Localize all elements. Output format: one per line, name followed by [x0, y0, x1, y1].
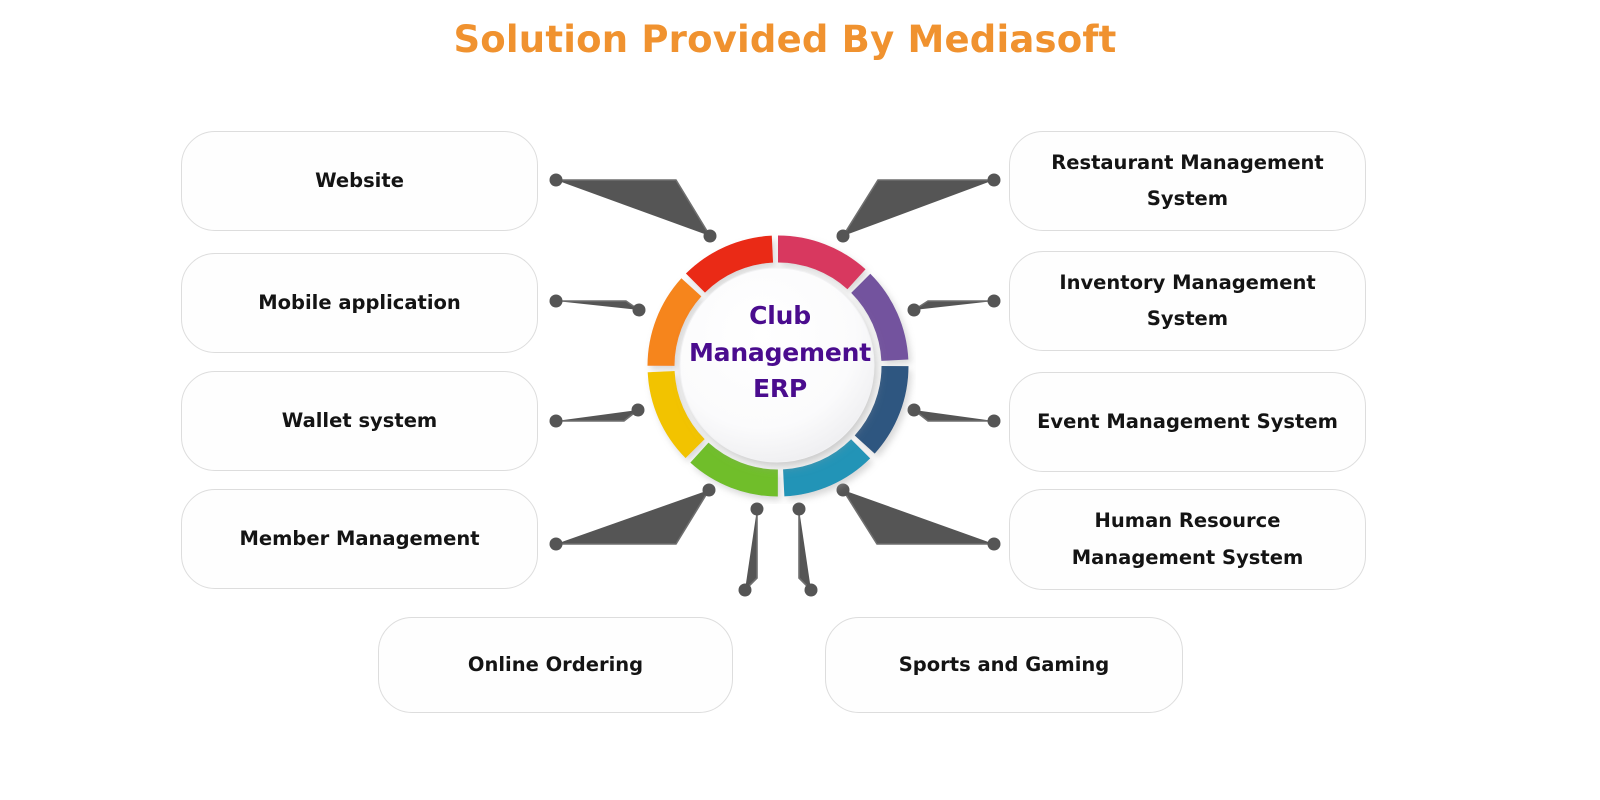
connector-wallet-system — [556, 409, 639, 422]
node-label-event-management-system: Event Management System — [1037, 409, 1338, 433]
dot-website-outer — [549, 173, 563, 187]
diagram-canvas: Solution Provided By Mediasoft Club Mana… — [0, 0, 1600, 800]
dot-sports-and-gaming-hub — [792, 502, 806, 516]
page-title: Solution Provided By Mediasoft — [453, 18, 1117, 61]
node-label-human-resource-management-system: Human Resource Management System — [1071, 509, 1304, 569]
node-card-member-management[interactable]: Member Management — [181, 489, 538, 589]
connector-inventory-management-system — [913, 300, 994, 311]
hub-label: Club Management ERP — [684, 298, 876, 408]
dot-online-ordering-hub — [750, 502, 764, 516]
dot-inventory-management-system-outer — [987, 294, 1001, 308]
node-label-restaurant-management-system: Restaurant Management System — [1051, 150, 1324, 210]
hub-label-line1: Club — [749, 301, 811, 330]
node-card-sports-and-gaming[interactable]: Sports and Gaming — [825, 617, 1183, 713]
dot-online-ordering-outer — [738, 583, 752, 597]
donut-wheel: Club Management ERP — [644, 228, 916, 504]
node-label-wallet-system: Wallet system — [281, 408, 438, 432]
dot-member-management-outer — [549, 537, 563, 551]
node-card-mobile-application[interactable]: Mobile application — [181, 253, 538, 353]
node-label-sports-and-gaming: Sports and Gaming — [898, 652, 1110, 676]
node-card-human-resource-management-system[interactable]: Human Resource Management System — [1009, 489, 1366, 590]
dot-human-resource-management-system-outer — [987, 537, 1001, 551]
dot-restaurant-management-system-outer — [987, 173, 1001, 187]
node-card-event-management-system[interactable]: Event Management System — [1009, 372, 1366, 472]
connector-online-ordering — [744, 509, 758, 591]
node-label-online-ordering: Online Ordering — [467, 652, 644, 676]
dot-wallet-system-hub — [631, 403, 645, 417]
dot-event-management-system-outer — [987, 414, 1001, 428]
node-card-website[interactable]: Website — [181, 131, 538, 231]
node-card-online-ordering[interactable]: Online Ordering — [378, 617, 733, 713]
connector-sports-and-gaming — [798, 509, 812, 591]
node-label-website: Website — [315, 168, 404, 192]
node-card-restaurant-management-system[interactable]: Restaurant Management System — [1009, 131, 1366, 231]
dot-sports-and-gaming-outer — [804, 583, 818, 597]
node-label-inventory-management-system: Inventory Management System — [1059, 270, 1316, 330]
hub-label-line3: ERP — [752, 374, 808, 403]
node-label-mobile-application: Mobile application — [258, 290, 461, 314]
hub-label-line2: Management — [688, 337, 872, 367]
node-label-member-management: Member Management — [239, 526, 480, 550]
dot-wallet-system-outer — [549, 414, 563, 428]
connector-event-management-system — [913, 409, 994, 422]
dot-mobile-application-outer — [549, 294, 563, 308]
node-card-wallet-system[interactable]: Wallet system — [181, 371, 538, 471]
node-card-inventory-management-system[interactable]: Inventory Management System — [1009, 251, 1366, 351]
connector-mobile-application — [556, 300, 640, 311]
